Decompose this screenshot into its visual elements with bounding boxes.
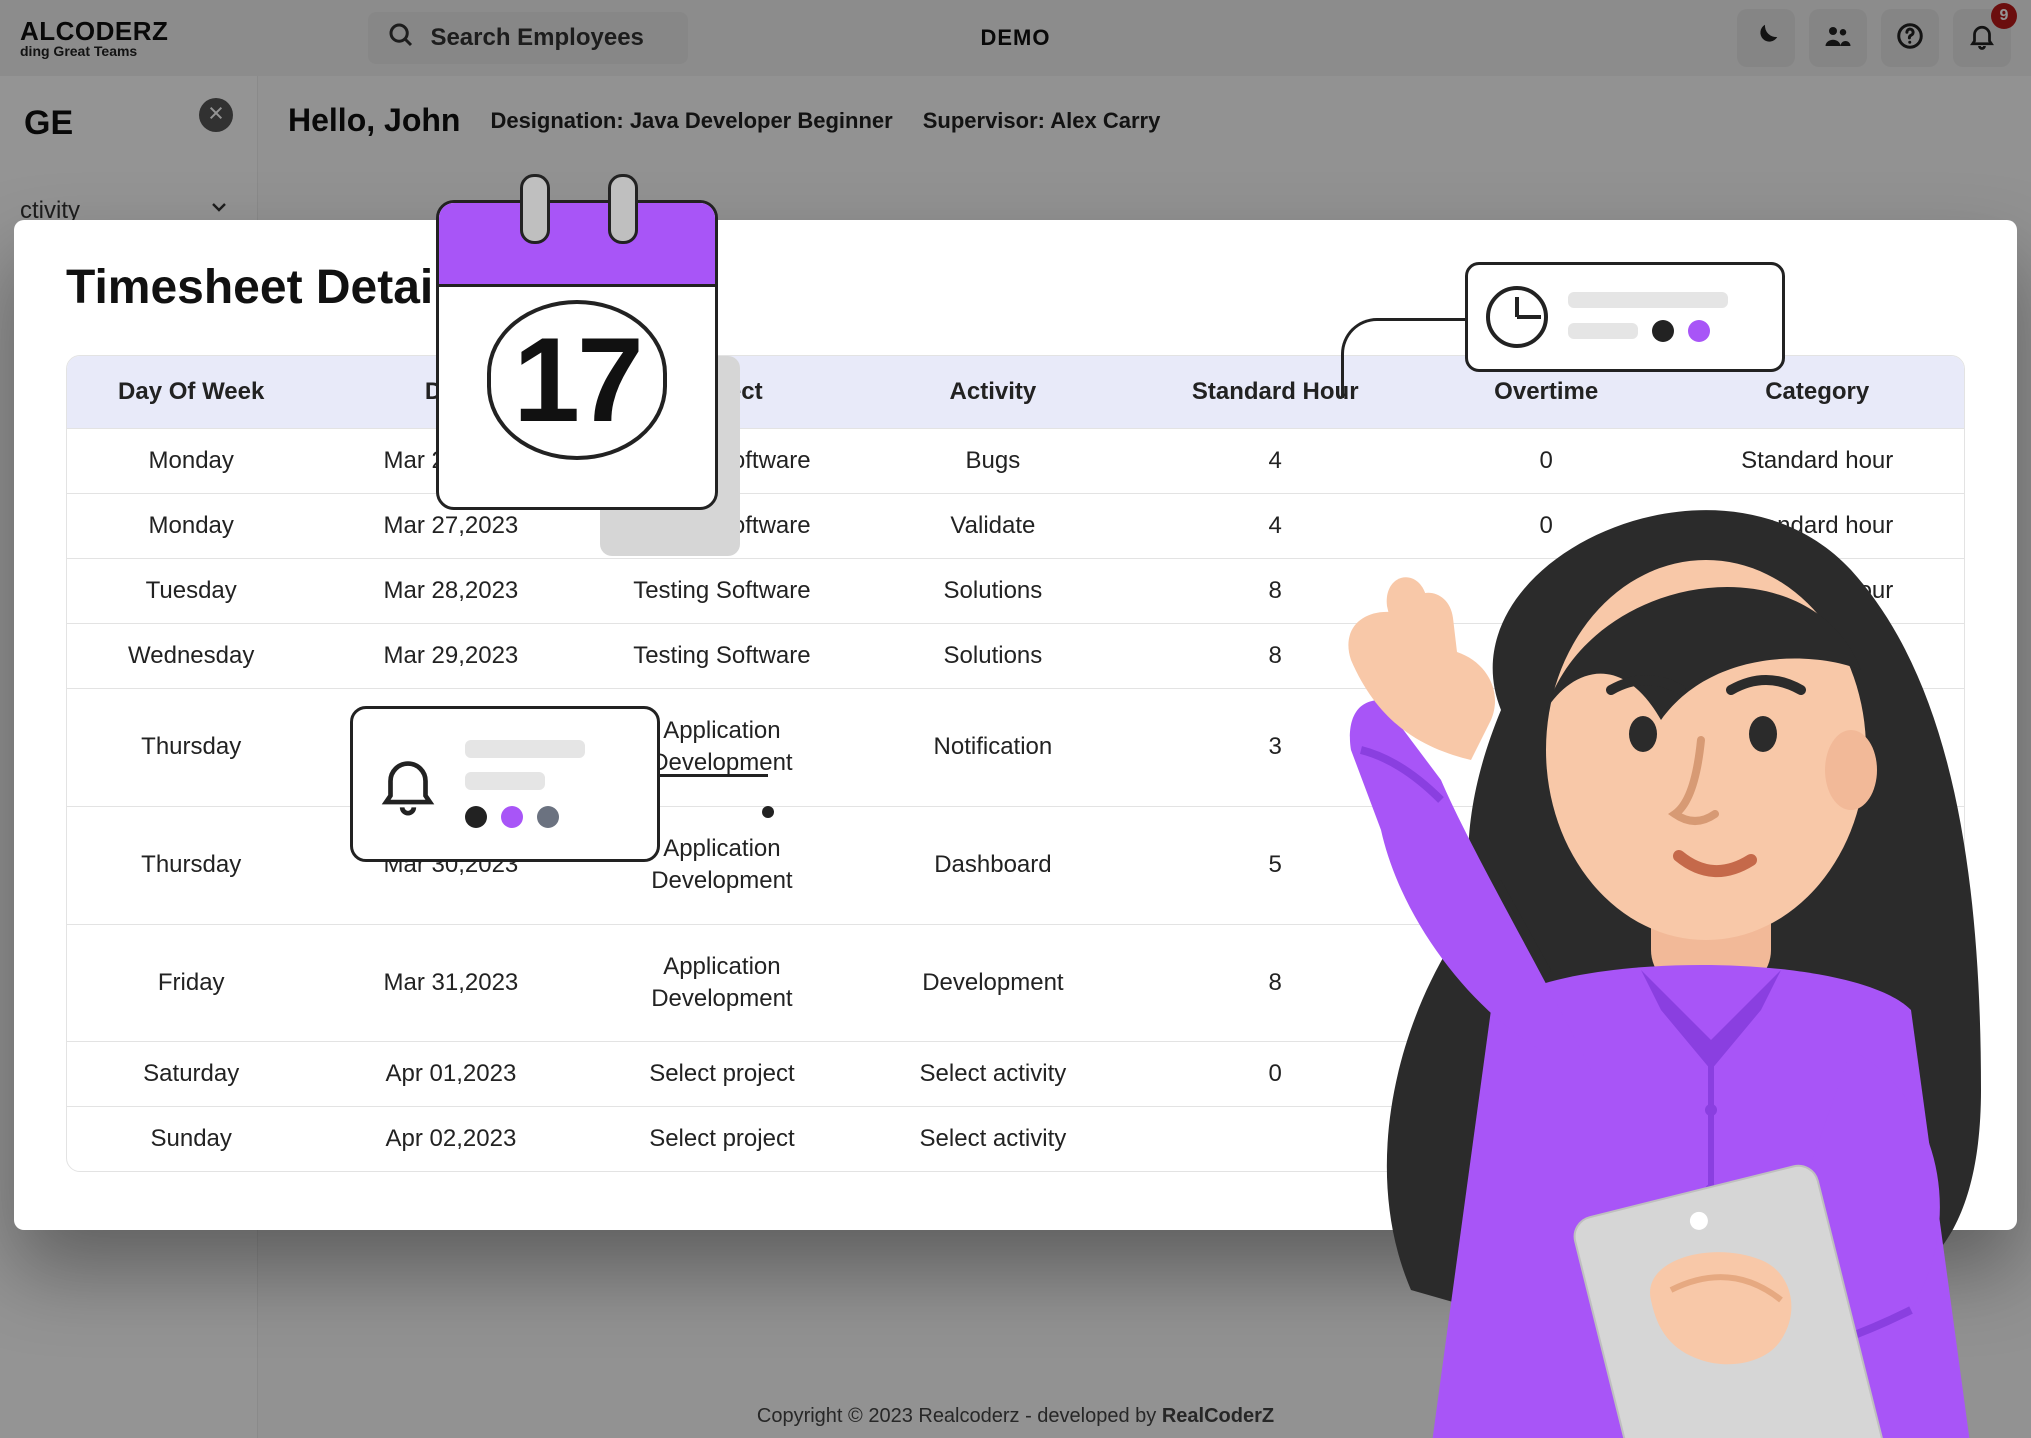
table-row[interactable]: MondayMar 27,2023Testing SoftwareValidat… <box>67 493 1964 558</box>
cell-date: Mar 29,2023 <box>315 624 586 688</box>
cell-category <box>1670 1107 1964 1171</box>
cell-overtime <box>1422 1107 1670 1171</box>
col-category: Category <box>1670 356 1964 428</box>
col-day: Day Of Week <box>67 356 315 428</box>
cell-project: Testing Software <box>586 429 857 493</box>
cell-day: Saturday <box>67 1042 315 1106</box>
cell-category: Standard hour <box>1670 624 1964 688</box>
cell-project: Testing Software <box>586 624 857 688</box>
cell-day: Monday <box>67 429 315 493</box>
cell-standard: 8 <box>1128 624 1422 688</box>
cell-category: Standard hour <box>1670 494 1964 558</box>
cell-category: Standard hour <box>1670 925 1964 1042</box>
cell-date: Mar 27,2023 <box>315 494 586 558</box>
timesheet-table: Day Of Week Date Project Activity Standa… <box>66 355 1965 1172</box>
table-row[interactable]: SundayApr 02,2023Select projectSelect ac… <box>67 1106 1964 1171</box>
cell-project: Testing Software <box>586 559 857 623</box>
table-row[interactable]: WednesdayMar 29,2023Testing SoftwareSolu… <box>67 623 1964 688</box>
cell-standard: 4 <box>1128 494 1422 558</box>
table-row[interactable]: SaturdayApr 01,2023Select projectSelect … <box>67 1041 1964 1106</box>
cell-standard: 3 <box>1128 689 1422 806</box>
cell-project: Application Development <box>586 925 857 1042</box>
cell-activity: Dashboard <box>857 807 1128 924</box>
cell-activity: Notification <box>857 689 1128 806</box>
cell-category: Standard hour <box>1670 689 1964 806</box>
cell-project: Select project <box>586 1107 857 1171</box>
cell-overtime: 0 <box>1422 1042 1670 1106</box>
cell-activity: Validate <box>857 494 1128 558</box>
cell-activity: Bugs <box>857 429 1128 493</box>
cell-standard: 8 <box>1128 925 1422 1042</box>
col-project: Project <box>586 356 857 428</box>
cell-project: Application Development <box>586 689 857 806</box>
cell-day: Sunday <box>67 1107 315 1171</box>
cell-activity: Development <box>857 925 1128 1042</box>
cell-overtime: 0 <box>1422 559 1670 623</box>
cell-overtime: 0 <box>1422 624 1670 688</box>
table-row[interactable]: MondayMar 27,2023Testing SoftwareBugs40S… <box>67 428 1964 493</box>
cell-date: Mar 30,2023 <box>315 807 586 924</box>
cell-activity: Solutions <box>857 559 1128 623</box>
cell-overtime: 0 <box>1422 925 1670 1042</box>
cell-day: Friday <box>67 925 315 1042</box>
modal-title: Timesheet Details <box>66 260 1965 315</box>
cell-category <box>1670 1042 1964 1106</box>
cell-standard <box>1128 1107 1422 1171</box>
cell-activity: Solutions <box>857 624 1128 688</box>
cell-day: Monday <box>67 494 315 558</box>
cell-overtime: 0 <box>1422 429 1670 493</box>
cell-day: Wednesday <box>67 624 315 688</box>
cell-project: Testing Software <box>586 494 857 558</box>
cell-date: Apr 02,2023 <box>315 1107 586 1171</box>
table-row[interactable]: ThursdayMar 30,2023Application Developme… <box>67 688 1964 806</box>
cell-activity: Select activity <box>857 1107 1128 1171</box>
col-date: Date <box>315 356 586 428</box>
cell-standard: 4 <box>1128 429 1422 493</box>
table-row[interactable]: FridayMar 31,2023Application Development… <box>67 924 1964 1042</box>
col-standard: Standard Hour <box>1128 356 1422 428</box>
cell-overtime: 0 <box>1422 689 1670 806</box>
cell-day: Tuesday <box>67 559 315 623</box>
cell-date: Mar 28,2023 <box>315 559 586 623</box>
cell-date: Apr 01,2023 <box>315 1042 586 1106</box>
cell-date: Mar 27,2023 <box>315 429 586 493</box>
cell-category: Standard hour <box>1670 429 1964 493</box>
timesheet-modal: Timesheet Details Day Of Week Date Proje… <box>14 220 2017 1230</box>
cell-activity: Select activity <box>857 1042 1128 1106</box>
cell-date: Mar 30,2023 <box>315 689 586 806</box>
col-overtime: Overtime <box>1422 356 1670 428</box>
cell-day: Thursday <box>67 689 315 806</box>
table-header: Day Of Week Date Project Activity Standa… <box>67 356 1964 428</box>
cell-standard: 8 <box>1128 559 1422 623</box>
cell-category: Standard hour <box>1670 807 1964 924</box>
col-activity: Activity <box>857 356 1128 428</box>
cell-standard: 0 <box>1128 1042 1422 1106</box>
cell-day: Thursday <box>67 807 315 924</box>
cell-overtime: 0 <box>1422 807 1670 924</box>
cell-standard: 5 <box>1128 807 1422 924</box>
cell-project: Application Development <box>586 807 857 924</box>
cell-project: Select project <box>586 1042 857 1106</box>
cell-category: Standard hour <box>1670 559 1964 623</box>
table-row[interactable]: ThursdayMar 30,2023Application Developme… <box>67 806 1964 924</box>
cell-overtime: 0 <box>1422 494 1670 558</box>
table-row[interactable]: TuesdayMar 28,2023Testing SoftwareSoluti… <box>67 558 1964 623</box>
cell-date: Mar 31,2023 <box>315 925 586 1042</box>
